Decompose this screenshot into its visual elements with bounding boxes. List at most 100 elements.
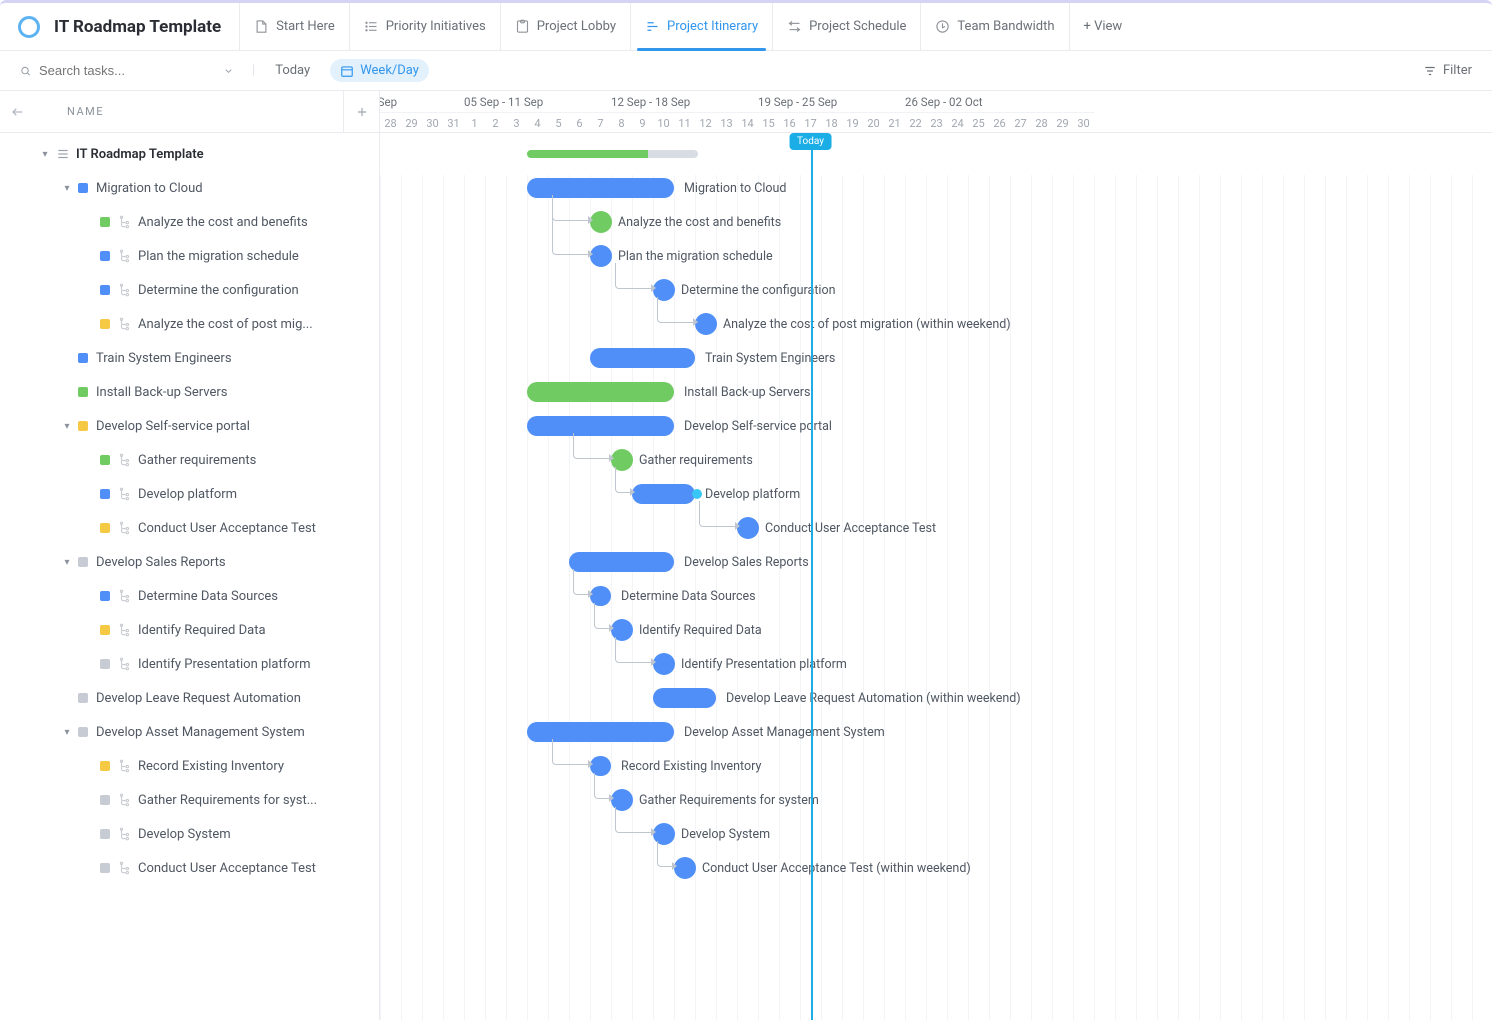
day-label: 19 — [842, 112, 863, 133]
gantt-row[interactable]: Develop Asset Management System — [380, 715, 1492, 749]
main-area: NAME ▾IT Roadmap Template▾Migration to C… — [0, 91, 1492, 1020]
gantt-milestone[interactable] — [695, 313, 717, 335]
view-mode-button[interactable]: Week/Day — [330, 59, 429, 82]
gantt-row[interactable]: Determine the configuration — [380, 273, 1492, 307]
task-row[interactable]: ▾Develop Asset Management System — [0, 715, 379, 749]
task-row[interactable]: Install Back-up Servers — [0, 375, 379, 409]
dependency-connector — [615, 263, 651, 289]
gantt-body[interactable]: Today Migration to CloudAnalyze the cost… — [380, 133, 1492, 1020]
day-label: 21 — [884, 112, 905, 133]
dependency-connector — [552, 739, 588, 765]
dependency-connector — [594, 603, 609, 629]
tab-project-schedule[interactable]: Project Schedule — [772, 3, 920, 50]
collapse-panel-button[interactable] — [0, 104, 34, 120]
filter-label: Filter — [1443, 63, 1472, 78]
task-row[interactable]: Record Existing Inventory — [0, 749, 379, 783]
gantt-row[interactable]: Migration to Cloud — [380, 171, 1492, 205]
gantt-row[interactable]: Develop System — [380, 817, 1492, 851]
task-name: IT Roadmap Template — [76, 147, 204, 162]
gantt-panel[interactable]: Aug - 28 Aug29 Aug - 04 Sep05 Sep - 11 S… — [380, 91, 1492, 1020]
expand-caret-icon[interactable]: ▾ — [38, 149, 52, 160]
day-label: 26 — [989, 112, 1010, 133]
task-name: Analyze the cost of post mig... — [138, 317, 313, 332]
expand-caret-icon[interactable]: ▾ — [60, 421, 74, 432]
subtask-icon — [118, 487, 132, 501]
gantt-bar[interactable] — [527, 178, 674, 198]
task-row[interactable]: Train System Engineers — [0, 341, 379, 375]
task-row[interactable]: Determine the configuration — [0, 273, 379, 307]
gantt-row[interactable]: Gather Requirements for system — [380, 783, 1492, 817]
gantt-bar[interactable] — [590, 348, 695, 368]
search-wrap[interactable] — [12, 59, 242, 82]
tab-start-here[interactable]: Start Here — [239, 3, 349, 50]
toolbar: | Today Week/Day Filter — [0, 51, 1492, 91]
task-row[interactable]: Analyze the cost of post mig... — [0, 307, 379, 341]
gantt-bar-label: Develop System — [681, 824, 770, 844]
task-row[interactable]: Conduct User Acceptance Test — [0, 511, 379, 545]
gantt-row[interactable]: Analyze the cost and benefits — [380, 205, 1492, 239]
gantt-row[interactable]: Develop Sales Reports — [380, 545, 1492, 579]
gantt-bar[interactable] — [527, 722, 674, 742]
gantt-row[interactable]: Record Existing Inventory — [380, 749, 1492, 783]
task-row[interactable]: Determine Data Sources — [0, 579, 379, 613]
expand-caret-icon[interactable]: ▾ — [60, 183, 74, 194]
task-row[interactable]: Identify Presentation platform — [0, 647, 379, 681]
tab-project-lobby[interactable]: Project Lobby — [500, 3, 630, 50]
gantt-bar[interactable] — [653, 688, 716, 708]
chevron-down-icon[interactable] — [223, 64, 234, 78]
filter-button[interactable]: Filter — [1415, 59, 1480, 82]
gantt-row[interactable]: Develop Self-service portal — [380, 409, 1492, 443]
gantt-bar-label: Develop Leave Request Automation (within… — [726, 688, 1021, 708]
expand-caret-icon[interactable]: ▾ — [60, 557, 74, 568]
gantt-row[interactable]: Conduct User Acceptance Test — [380, 511, 1492, 545]
gantt-bar[interactable] — [527, 382, 674, 402]
subtask-icon — [118, 453, 132, 467]
gantt-row[interactable]: Identify Required Data — [380, 613, 1492, 647]
task-row[interactable]: ▾ IT Roadmap Template — [0, 137, 379, 171]
task-row[interactable]: ▾Develop Self-service portal — [0, 409, 379, 443]
gantt-row[interactable]: Determine Data Sources — [380, 579, 1492, 613]
gantt-bar[interactable] — [632, 484, 695, 504]
today-button[interactable]: Today — [265, 59, 320, 82]
expand-caret-icon[interactable]: ▾ — [60, 727, 74, 738]
gantt-row[interactable]: Plan the migration schedule — [380, 239, 1492, 273]
task-row[interactable]: Identify Required Data — [0, 613, 379, 647]
gantt-bar-label: Record Existing Inventory — [621, 756, 761, 776]
search-input[interactable] — [39, 63, 215, 78]
task-row[interactable]: ▾Develop Sales Reports — [0, 545, 379, 579]
task-row[interactable]: Develop System — [0, 817, 379, 851]
gantt-milestone[interactable] — [737, 517, 759, 539]
add-column-button[interactable] — [343, 91, 379, 132]
task-tree[interactable]: ▾IT Roadmap Template▾Migration to CloudA… — [0, 133, 379, 1020]
day-label: 15 — [758, 112, 779, 133]
gantt-row[interactable]: Develop Leave Request Automation (within… — [380, 681, 1492, 715]
gantt-milestone[interactable] — [590, 245, 612, 267]
task-row[interactable]: Gather Requirements for syst... — [0, 783, 379, 817]
gantt-row[interactable]: Analyze the cost of post migration (with… — [380, 307, 1492, 341]
tab-project-itinerary[interactable]: Project Itinerary — [630, 3, 772, 50]
gantt-row[interactable]: Gather requirements — [380, 443, 1492, 477]
task-row[interactable]: Analyze the cost and benefits — [0, 205, 379, 239]
gantt-row[interactable]: Develop platform — [380, 477, 1492, 511]
task-row[interactable]: Develop Leave Request Automation — [0, 681, 379, 715]
task-row[interactable]: Gather requirements — [0, 443, 379, 477]
tab--view[interactable]: + View — [1069, 3, 1137, 50]
gantt-milestone[interactable] — [674, 857, 696, 879]
task-row[interactable]: Plan the migration schedule — [0, 239, 379, 273]
gantt-milestone[interactable] — [590, 211, 612, 233]
gantt-row[interactable]: Conduct User Acceptance Test (within wee… — [380, 851, 1492, 885]
tab-team-bandwidth[interactable]: Team Bandwidth — [920, 3, 1068, 50]
gantt-bar-label: Identify Presentation platform — [681, 654, 847, 674]
task-row[interactable]: Conduct User Acceptance Test — [0, 851, 379, 885]
tab-icon — [515, 19, 530, 34]
task-row[interactable]: Develop platform — [0, 477, 379, 511]
gantt-milestone[interactable] — [653, 653, 675, 675]
gantt-row[interactable]: Identify Presentation platform — [380, 647, 1492, 681]
week-label: 26 Sep - 02 Oct — [905, 91, 1052, 112]
task-row[interactable]: ▾Migration to Cloud — [0, 171, 379, 205]
gantt-row[interactable]: Train System Engineers — [380, 341, 1492, 375]
day-label: 17 — [800, 112, 821, 133]
gantt-row[interactable]: Install Back-up Servers — [380, 375, 1492, 409]
group-progress-bar[interactable] — [527, 150, 695, 158]
tab-priority-initiatives[interactable]: Priority Initiatives — [349, 3, 500, 50]
